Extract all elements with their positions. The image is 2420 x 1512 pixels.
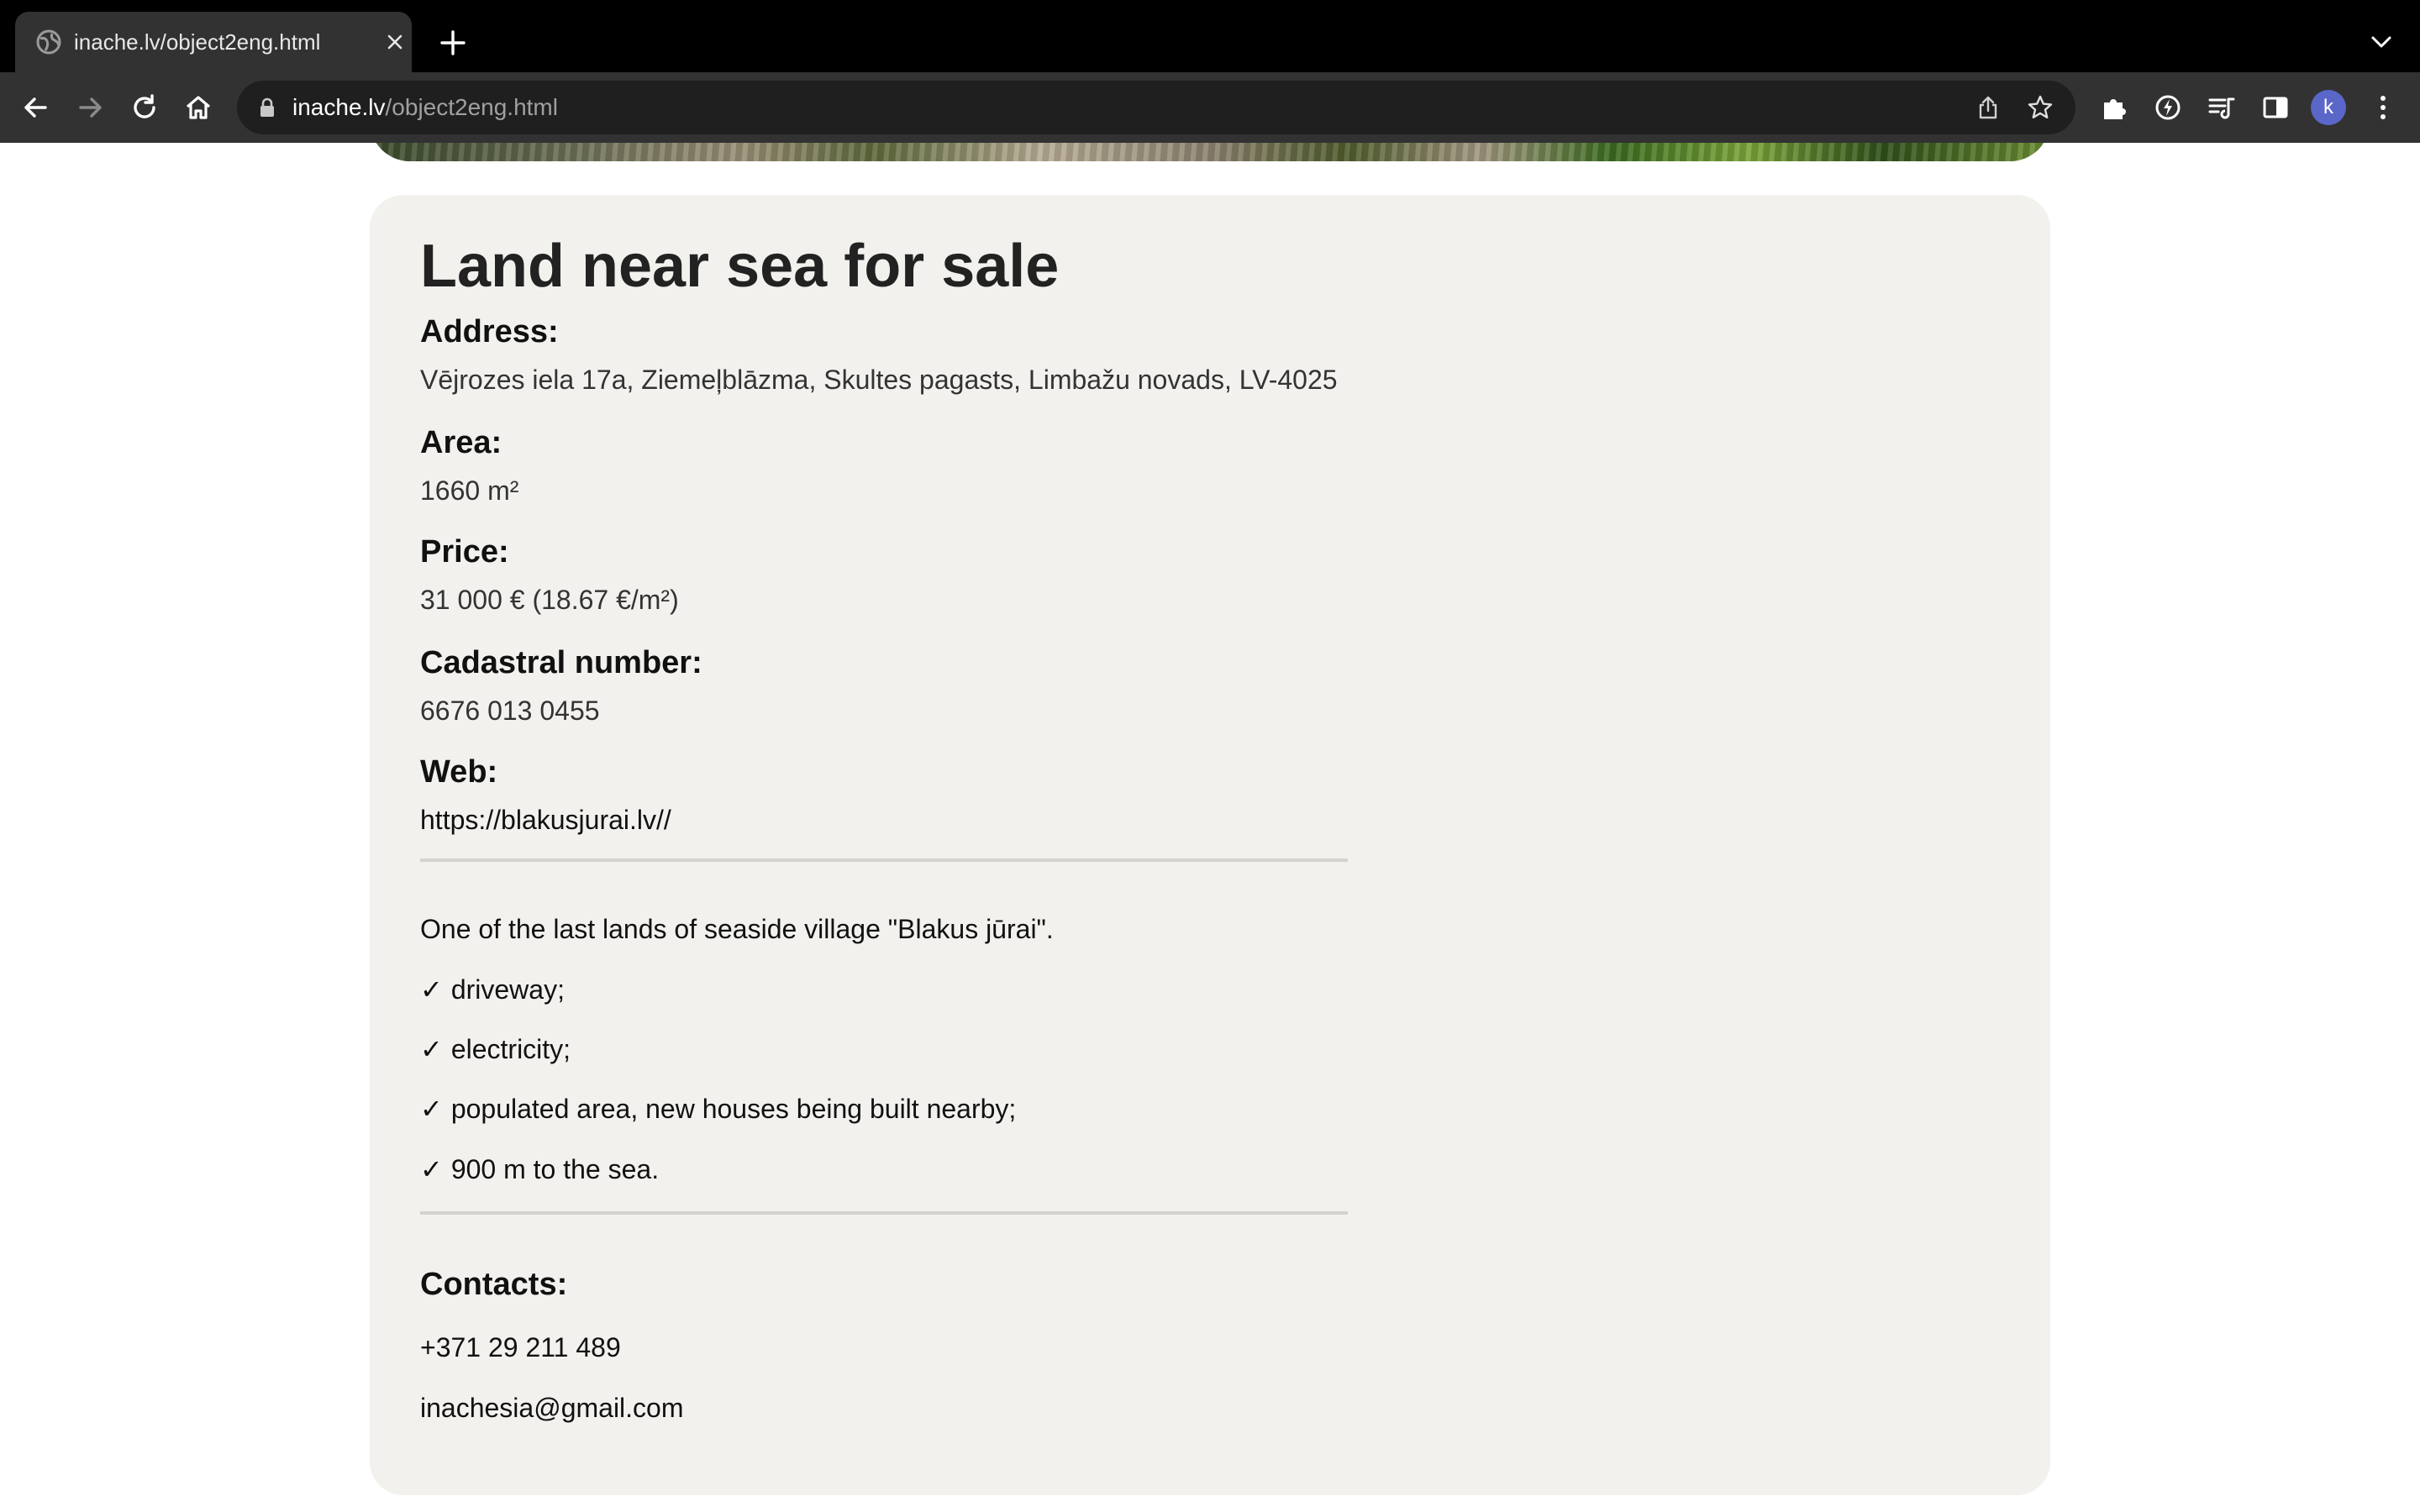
address-label: Address: [420,314,559,349]
description: One of the last lands of seaside village… [420,914,1054,944]
price-label: Price: [420,534,509,570]
cadastral-label: Cadastral number: [420,645,702,680]
extensions-button[interactable] [2096,89,2133,126]
area-label: Area: [420,425,502,460]
lock-icon[interactable] [259,97,276,118]
feature-text: populated area, new houses being built n… [450,1094,1017,1124]
side-panel-icon [2263,97,2288,118]
tab-strip: inache.lv/object2eng.html [0,0,2420,72]
feature-item: ✓ driveway; [420,973,565,1006]
page-title: Land near sea for sale [420,233,1060,300]
feature-text: 900 m to the sea. [450,1154,660,1184]
check-icon: ✓ [420,1034,443,1064]
close-icon[interactable] [385,32,405,52]
active-tab[interactable]: inache.lv/object2eng.html [15,12,412,72]
web-label: Web: [420,754,498,790]
extension-button[interactable] [2149,89,2186,126]
cadastral-value: 6676 013 0455 [420,696,600,726]
address-value: Vējrozes iela 17a, Ziemeļblāzma, Skultes… [420,365,1338,395]
listing-card: Land near sea for sale Address: Vējrozes… [370,195,2050,1495]
check-icon: ✓ [420,1094,443,1124]
home-icon [186,96,211,119]
reload-icon [134,94,155,118]
url-path: /object2eng.html [385,94,558,120]
chevron-down-icon[interactable] [2370,32,2393,52]
home-button[interactable] [180,89,217,126]
page-viewport: Land near sea for sale Address: Vējrozes… [0,143,2420,1512]
queue-music-icon [2208,97,2235,119]
url-host: inache.lv [292,94,386,120]
new-tab-icon[interactable] [439,29,467,57]
area-value: 1660 m² [420,475,519,506]
contact-phone[interactable]: +371 29 211 489 [420,1331,621,1364]
check-icon: ✓ [420,974,443,1005]
divider [420,1211,1348,1215]
feature-item: ✓ 900 m to the sea. [420,1152,659,1186]
kebab-menu-icon [2381,96,2386,119]
side-panel-button[interactable] [2257,89,2294,126]
website-link[interactable]: https://blakusjurai.lv// [420,805,671,835]
extension-bolt-icon [2155,95,2181,120]
price-value: 31 000 € (18.67 €/m²) [420,585,679,615]
forward-button[interactable] [72,89,109,126]
globe-icon [36,29,61,55]
share-icon[interactable] [1975,94,2002,121]
url-text[interactable]: inache.lv/object2eng.html [292,94,558,121]
contact-email[interactable]: inachesia@gmail.com [420,1391,684,1425]
land-photo [370,143,2050,161]
puzzle-icon [2104,99,2126,119]
menu-button[interactable] [2365,89,2402,126]
tab-title: inache.lv/object2eng.html [74,29,321,55]
feature-text: driveway; [450,974,565,1005]
web-value: https://blakusjurai.lv// [420,803,671,837]
profile-avatar[interactable]: k [2311,90,2346,125]
arrow-left-icon [24,97,47,118]
address-bar[interactable]: inache.lv/object2eng.html [237,81,2075,134]
feature-item: ✓ populated area, new houses being built … [420,1092,1016,1126]
browser-toolbar: inache.lv/object2eng.html k [0,72,2420,143]
contacts-label: Contacts: [420,1267,568,1302]
arrow-right-icon [79,97,102,118]
check-icon: ✓ [420,1154,443,1184]
feature-text: electricity; [450,1034,571,1064]
feature-item: ✓ electricity; [420,1032,571,1066]
divider [420,858,1348,862]
bookmark-star-icon[interactable] [2027,94,2054,121]
back-button[interactable] [17,89,54,126]
reload-button[interactable] [126,89,163,126]
reading-list-button[interactable] [2203,89,2240,126]
